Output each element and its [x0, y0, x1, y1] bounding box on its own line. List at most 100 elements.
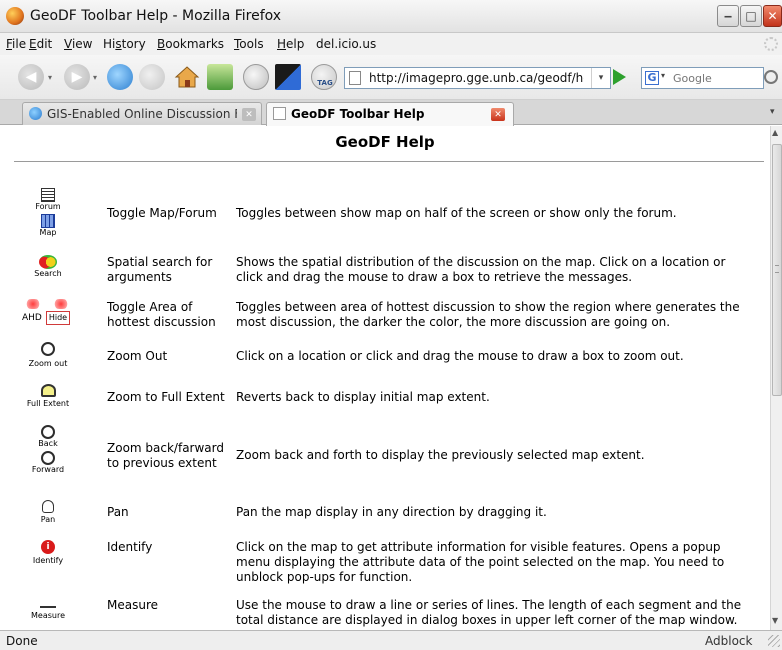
zoom-out-icon[interactable] — [41, 342, 55, 356]
tool-name: Measure — [107, 598, 158, 612]
scroll-thumb[interactable] — [772, 144, 782, 396]
tab-label: GeoDF Toolbar Help — [291, 107, 425, 121]
vertical-scrollbar[interactable]: ▲ ▼ — [770, 126, 782, 630]
menu-edit[interactable]: Edit — [29, 37, 52, 51]
url-text[interactable]: http://imagepro.gge.unb.ca/geodf/help — [369, 71, 584, 85]
tool-description: Reverts back to display initial map exte… — [236, 390, 490, 404]
ahd-label-pair: AHD Hide — [22, 311, 86, 325]
tool-description: Click on the map to get attribute inform… — [236, 540, 725, 584]
back-history-dropdown[interactable]: ▾ — [48, 73, 52, 82]
tab-bar: GIS-Enabled Online Discussion For... ✕ G… — [0, 100, 782, 126]
go-button[interactable] — [613, 69, 626, 85]
menu-tools[interactable]: Tools — [234, 37, 264, 51]
row-icons-full-extent: Full Extent — [18, 384, 78, 409]
tab-close-button[interactable]: ✕ — [491, 108, 505, 121]
stop-button[interactable] — [139, 64, 165, 90]
tool-name: Zoom back/farward to previous extent — [107, 441, 224, 470]
title-divider — [14, 161, 764, 162]
forum-label: Forum — [35, 202, 61, 211]
tag-label: TAG — [317, 79, 333, 87]
search-icon[interactable] — [764, 70, 778, 84]
full-extent-label: Full Extent — [26, 399, 70, 408]
status-bar: Done Adblock — [0, 630, 782, 650]
row-icons-search: Search — [18, 255, 78, 279]
spatial-search-icon[interactable] — [39, 255, 57, 269]
page-icon — [349, 71, 361, 85]
tab-label: GIS-Enabled Online Discussion For... — [47, 107, 237, 121]
pan-hand-icon[interactable] — [42, 500, 54, 513]
resize-grip-icon[interactable] — [768, 635, 780, 647]
tool-description: Toggles between show map on half of the … — [236, 206, 677, 220]
menu-history[interactable]: History — [103, 37, 146, 51]
identify-icon[interactable]: i — [41, 540, 55, 554]
map-icon[interactable] — [41, 214, 55, 228]
forward-button[interactable]: ▶ — [64, 64, 90, 90]
minimize-button[interactable]: ‒ — [717, 5, 739, 27]
tab-close-button[interactable]: ✕ — [242, 108, 256, 121]
home-icon — [174, 66, 200, 88]
tab-gis-discussion[interactable]: GIS-Enabled Online Discussion For... ✕ — [22, 102, 262, 125]
tool-description: Zoom back and forth to display the previ… — [236, 448, 645, 462]
tab-geodf-help[interactable]: GeoDF Toolbar Help ✕ — [266, 102, 514, 126]
window-title: GeoDF Toolbar Help - Mozilla Firefox — [30, 8, 282, 24]
scroll-up-button[interactable]: ▲ — [772, 128, 778, 137]
close-icon: ✕ — [245, 109, 253, 120]
menu-view[interactable]: View — [64, 37, 92, 51]
tool-name: Toggle Area of hottest discussion — [107, 300, 216, 329]
url-bar[interactable]: http://imagepro.gge.unb.ca/geodf/help ▾ — [344, 67, 611, 89]
back-button[interactable]: ◀ — [18, 64, 44, 90]
map-label: Map — [39, 228, 57, 237]
full-extent-icon[interactable] — [40, 384, 56, 397]
ahd-hotspot-icon[interactable] — [26, 299, 40, 309]
tag-button[interactable]: TAG — [311, 64, 337, 90]
tool-description: Toggles between area of hottest discussi… — [236, 300, 740, 329]
maximize-button[interactable]: □ — [740, 5, 762, 27]
hide-toggle[interactable]: Hide — [45, 311, 71, 325]
search-input[interactable] — [673, 70, 761, 87]
tab-list-menu-button[interactable]: ▾ — [770, 107, 775, 117]
reload-button[interactable] — [107, 64, 133, 90]
forward-history-dropdown[interactable]: ▾ — [93, 73, 97, 82]
tool-name: Zoom Out — [107, 349, 168, 363]
tool-name: Identify — [107, 540, 153, 554]
info-glyph: i — [46, 542, 50, 552]
menu-bar: File Edit View History Bookmarks Tools H… — [0, 33, 782, 55]
maximize-icon: □ — [745, 9, 757, 23]
home-button[interactable] — [174, 64, 200, 90]
menu-delicious[interactable]: del.icio.us — [316, 37, 376, 51]
row-icons-back-forward: Back Forward — [18, 425, 78, 475]
identify-label: Identify — [32, 556, 64, 565]
tool-description: Pan the map display in any direction by … — [236, 505, 547, 519]
scroll-down-button[interactable]: ▼ — [772, 616, 778, 625]
search-engine-dropdown[interactable]: ▾ — [661, 71, 665, 80]
menu-help[interactable]: Help — [277, 37, 304, 51]
search-bar[interactable]: G ▾ — [641, 67, 764, 89]
zoom-back-icon[interactable] — [41, 425, 55, 439]
row-icons-pan: Pan — [18, 500, 78, 525]
close-window-button[interactable]: ✕ — [763, 5, 782, 27]
ahd-label: AHD — [22, 313, 42, 323]
row-icons-map-forum: Forum Map — [18, 188, 78, 238]
history-clock-button[interactable] — [243, 64, 269, 90]
activity-throbber-icon — [764, 37, 778, 51]
search-engine-icon[interactable]: G — [645, 71, 659, 85]
status-text: Done — [6, 634, 38, 648]
adblock-button[interactable]: Adblock — [705, 634, 752, 648]
screen-tool-button[interactable] — [275, 64, 301, 90]
measure-ruler-icon[interactable] — [40, 598, 56, 608]
forum-icon[interactable] — [41, 188, 55, 202]
url-history-dropdown[interactable]: ▾ — [591, 68, 610, 88]
row-icons-ahd: AHD Hide — [22, 299, 86, 325]
row-icons-zoom-out: Zoom out — [18, 342, 78, 369]
hide-hotspot-icon[interactable] — [54, 299, 68, 309]
page-title: GeoDF Help — [335, 133, 435, 151]
bookmarks-tool-button[interactable] — [207, 64, 233, 90]
pan-label: Pan — [40, 515, 56, 524]
menu-bookmarks[interactable]: Bookmarks — [157, 37, 224, 51]
zoom-forward-icon[interactable] — [41, 451, 55, 465]
tool-name: Toggle Map/Forum — [107, 206, 217, 220]
zoom-out-label: Zoom out — [28, 359, 68, 368]
page-favicon-icon — [273, 107, 286, 120]
menu-file[interactable]: File — [6, 37, 26, 51]
title-bar: GeoDF Toolbar Help - Mozilla Firefox ‒ □… — [0, 0, 782, 33]
